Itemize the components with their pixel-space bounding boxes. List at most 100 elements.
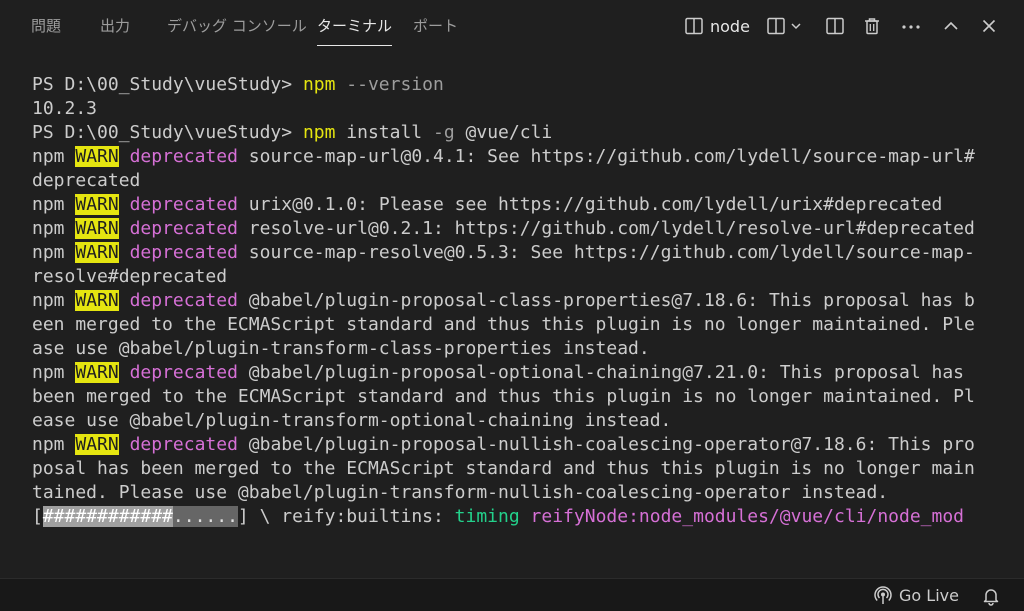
warn-badge: WARN — [75, 242, 119, 263]
terminal-line: ase use @babel/plugin-transform-class-pr… — [32, 337, 1012, 361]
terminal-text: npm — [302, 122, 336, 143]
terminal-text: een merged to the ECMAScript standard an… — [32, 314, 975, 335]
go-live-label: Go Live — [899, 586, 959, 605]
terminal-name: node — [710, 16, 750, 36]
terminal-text: ] \ reify:builtins: — [237, 506, 455, 527]
close-icon — [979, 16, 999, 36]
terminal-text: --version — [335, 74, 444, 95]
terminal-text: npm — [32, 218, 76, 239]
terminal-text: deprecated — [129, 290, 238, 311]
tab-output[interactable]: 出力 — [100, 0, 130, 52]
terminal-text: reifyNode:node_modules/@vue/cli/node_mod — [530, 506, 965, 527]
maximize-button[interactable] — [941, 14, 961, 38]
trash-icon — [862, 16, 882, 36]
terminal-text: npm — [32, 146, 76, 167]
warn-badge: WARN — [75, 434, 119, 455]
notifications-button[interactable] — [982, 579, 1000, 611]
terminal-line: npm WARN deprecated @babel/plugin-propos… — [32, 289, 1012, 313]
panel-header: 問題 出力 デバッグ コンソール ターミナル ポート node — [0, 0, 1024, 52]
terminal-text: 10.2.3 — [32, 98, 98, 119]
terminal-line: 10.2.3 — [32, 97, 1012, 121]
terminal-text: npm — [32, 290, 76, 311]
terminal-text: timing — [454, 506, 520, 527]
terminal-text: npm — [32, 362, 76, 383]
terminal-line: npm WARN deprecated urix@0.1.0: Please s… — [32, 193, 1012, 217]
terminal-text: deprecated — [32, 170, 141, 191]
terminal-text: [ — [32, 506, 43, 527]
terminal-text: npm — [32, 242, 76, 263]
terminal-line: npm WARN deprecated resolve-url@0.2.1: h… — [32, 217, 1012, 241]
terminal-text: install — [335, 122, 433, 143]
terminal-line: ease use @babel/plugin-transform-optiona… — [32, 409, 1012, 433]
tab-terminal[interactable]: ターミナル — [317, 0, 393, 52]
terminal-line: resolve#deprecated — [32, 265, 1012, 289]
terminal-text: ...... — [172, 506, 238, 527]
terminal-line: [############......] \ reify:builtins: t… — [32, 505, 1012, 529]
chevron-up-icon — [941, 16, 961, 36]
go-live-button[interactable]: Go Live — [873, 579, 959, 611]
maximize-panel-button[interactable] — [825, 14, 845, 38]
split-editor-icon — [825, 16, 845, 36]
terminal-line: PS D:\00_Study\vueStudy> npm --version — [32, 73, 1012, 97]
close-panel-button[interactable] — [979, 14, 999, 38]
chevron-down-icon[interactable] — [790, 20, 802, 32]
terminal-selector[interactable]: node — [684, 14, 750, 38]
terminal-line: npm WARN deprecated source-map-url@0.4.1… — [32, 145, 1012, 169]
terminal-text: tained. Please use @babel/plugin-transfo… — [32, 482, 889, 503]
terminal-text: posal has been merged to the ECMAScript … — [32, 458, 975, 479]
terminal-text: deprecated — [129, 218, 238, 239]
terminal-line: been merged to the ECMAScript standard a… — [32, 385, 1012, 409]
terminal-text: npm — [32, 434, 76, 455]
terminal-line: een merged to the ECMAScript standard an… — [32, 313, 1012, 337]
terminal-text: npm — [32, 194, 76, 215]
terminal-text: been merged to the ECMAScript standard a… — [32, 386, 975, 407]
warn-badge: WARN — [75, 218, 119, 239]
terminal-text: resolve-url@0.2.1: https://github.com/ly… — [237, 218, 975, 239]
terminal-text: deprecated — [129, 146, 238, 167]
tab-problems[interactable]: 問題 — [31, 0, 61, 52]
terminal-line: npm WARN deprecated @babel/plugin-propos… — [32, 361, 1012, 385]
terminal-text: @vue/cli — [454, 122, 553, 143]
warn-badge: WARN — [75, 194, 119, 215]
split-terminal-icon — [766, 16, 786, 36]
kill-terminal-button[interactable] — [862, 14, 882, 38]
terminal-line: npm WARN deprecated source-map-resolve@0… — [32, 241, 1012, 265]
tab-debug-console[interactable]: デバッグ コンソール — [167, 0, 307, 52]
warn-badge: WARN — [75, 146, 119, 167]
terminal-icon — [684, 16, 704, 36]
terminal-text: urix@0.1.0: Please see https://github.co… — [237, 194, 943, 215]
terminal-line: npm WARN deprecated @babel/plugin-propos… — [32, 433, 1012, 457]
warn-badge: WARN — [75, 362, 119, 383]
terminal-text: deprecated — [129, 194, 238, 215]
terminal-text: ############ — [42, 506, 173, 527]
terminal-text: PS D:\00_Study\vueStudy> — [32, 74, 303, 95]
tab-ports[interactable]: ポート — [413, 0, 458, 52]
split-terminal-button[interactable] — [766, 14, 802, 38]
terminal-line: PS D:\00_Study\vueStudy> npm install -g … — [32, 121, 1012, 145]
terminal-text: deprecated — [129, 362, 238, 383]
terminal-text: @babel/plugin-proposal-optional-chaining… — [237, 362, 965, 383]
terminal-line: deprecated — [32, 169, 1012, 193]
more-actions-button[interactable] — [900, 14, 922, 38]
terminal-text: deprecated — [129, 434, 238, 455]
terminal-output[interactable]: PS D:\00_Study\vueStudy> npm --version 10… — [32, 73, 1012, 573]
terminal-text: source-map-resolve@0.5.3: See https://gi… — [237, 242, 975, 263]
broadcast-icon — [873, 585, 893, 606]
more-icon — [900, 16, 922, 36]
terminal-text: npm — [302, 74, 336, 95]
terminal-text: @babel/plugin-proposal-class-properties@… — [237, 290, 975, 311]
terminal-text: deprecated — [129, 242, 238, 263]
terminal-text: -g — [433, 122, 455, 143]
warn-badge: WARN — [75, 290, 119, 311]
terminal-line: tained. Please use @babel/plugin-transfo… — [32, 481, 1012, 505]
terminal-text: ease use @babel/plugin-transform-optiona… — [32, 410, 672, 431]
terminal-line: posal has been merged to the ECMAScript … — [32, 457, 1012, 481]
